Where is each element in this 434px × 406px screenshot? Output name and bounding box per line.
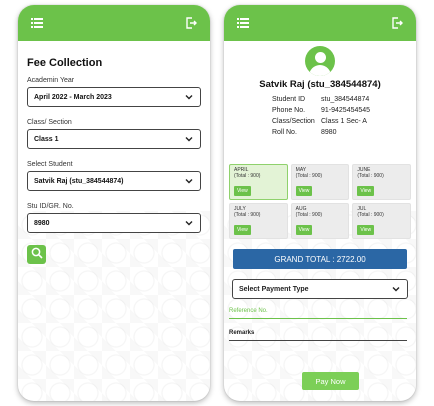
month-card-april[interactable]: APRIL (Total : 900) View (229, 164, 288, 200)
menu-icon[interactable] (236, 16, 250, 30)
view-button[interactable]: View (295, 186, 313, 196)
app-bar (224, 5, 416, 41)
search-button[interactable] (27, 245, 46, 264)
select-student-label: Select Student (27, 161, 73, 168)
info-row: Class/Section Class 1 Sec- A (272, 116, 416, 127)
payment-type-select[interactable]: Select Payment Type (232, 279, 408, 299)
app-bar (18, 5, 210, 41)
student-info: Student ID stu_384544874 Phone No. 91-9425… (272, 94, 416, 138)
month-card-june[interactable]: JUNE (Total : 900) View (352, 164, 411, 200)
info-value: Class 1 Sec- A (321, 118, 367, 125)
info-row: Student ID stu_384544874 (272, 94, 416, 105)
view-button[interactable]: View (357, 186, 375, 196)
logout-icon[interactable] (184, 16, 198, 30)
info-key: Phone No. (272, 107, 306, 114)
chevron-down-icon (184, 134, 194, 144)
month-total: (Total : 900) (295, 173, 323, 179)
month-card-may[interactable]: MAY (Total : 900) View (290, 164, 350, 200)
stu-id-label: Stu ID/GR. No. (27, 203, 74, 210)
view-button[interactable]: View (234, 225, 251, 235)
view-button[interactable]: View (357, 225, 375, 235)
page-title: Fee Collection (27, 57, 103, 69)
fee-collection-screen: Fee Collection Academin Year April 2022 … (18, 5, 210, 401)
view-button[interactable]: View (234, 186, 251, 196)
month-total: (Total : 900) (357, 212, 384, 218)
pay-now-button[interactable]: Pay Now (302, 372, 359, 390)
avatar (305, 46, 335, 76)
month-grid: APRIL (Total : 900) View MAY (Total : 90… (229, 164, 411, 239)
class-section-value: Class 1 (34, 135, 59, 143)
info-value: 8980 (321, 129, 337, 136)
chevron-down-icon (391, 284, 401, 294)
student-name: Satvik Raj (stu_384544874) (259, 79, 381, 90)
grand-total-banner: GRAND TOTAL : 2722.00 (233, 249, 407, 269)
month-card-july[interactable]: JULY (Total : 900) View (229, 203, 288, 239)
chevron-down-icon (184, 92, 194, 102)
student-fee-screen: Satvik Raj (stu_384544874) Student ID stu… (224, 5, 416, 401)
stu-id-select[interactable]: 8980 (27, 213, 201, 233)
payment-type-value: Select Payment Type (239, 285, 309, 293)
info-key: Student ID (272, 96, 306, 103)
month-total: (Total : 900) (234, 173, 261, 179)
info-key: Roll No. (272, 129, 297, 136)
stu-id-value: 8980 (34, 219, 50, 227)
academic-year-value: April 2022 - March 2023 (34, 93, 112, 101)
remarks-field[interactable]: Remarks (229, 330, 407, 341)
info-value: stu_384544874 (321, 96, 370, 103)
class-section-select[interactable]: Class 1 (27, 129, 201, 149)
chevron-down-icon (184, 218, 194, 228)
month-total: (Total : 900) (234, 212, 261, 218)
info-row: Roll No. 8980 (272, 127, 416, 138)
month-card-jul[interactable]: JUL (Total : 900) View (352, 203, 411, 239)
info-value: 91-9425454545 (321, 107, 371, 114)
view-button[interactable]: View (295, 225, 313, 235)
month-total: (Total : 900) (357, 173, 384, 179)
academic-year-label: Academin Year (27, 77, 75, 84)
student-value: Satvik Raj (stu_384544874) (34, 177, 124, 185)
class-section-label: Class/ Section (27, 119, 72, 126)
chevron-down-icon (184, 176, 194, 186)
academic-year-select[interactable]: April 2022 - March 2023 (27, 87, 201, 107)
month-card-aug[interactable]: AUG (Total : 900) View (290, 203, 350, 239)
reference-no-field[interactable]: Reference No. (229, 308, 407, 319)
student-profile: Satvik Raj (stu_384544874) (224, 41, 416, 90)
logout-icon[interactable] (390, 16, 404, 30)
menu-icon[interactable] (30, 16, 44, 30)
search-icon (31, 246, 43, 264)
info-row: Phone No. 91-9425454545 (272, 105, 416, 116)
student-select[interactable]: Satvik Raj (stu_384544874) (27, 171, 201, 191)
info-key: Class/Section (272, 118, 315, 125)
month-total: (Total : 900) (295, 212, 323, 218)
